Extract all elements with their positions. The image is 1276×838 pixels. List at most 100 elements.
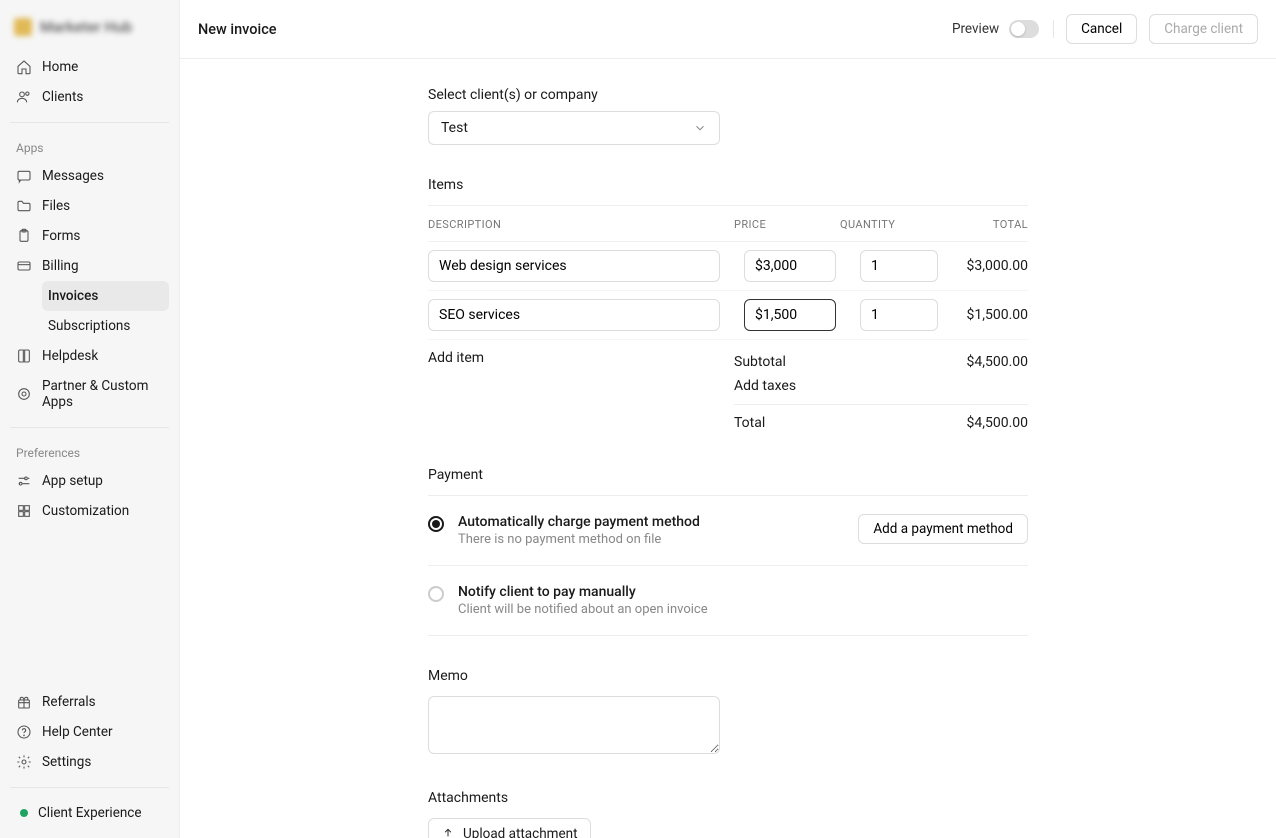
memo-input[interactable] [428, 696, 720, 754]
add-payment-method-button[interactable]: Add a payment method [858, 514, 1028, 544]
radio-auto[interactable] [428, 516, 444, 532]
home-icon [16, 59, 32, 75]
charge-client-button[interactable]: Charge client [1149, 14, 1258, 44]
memo-label: Memo [428, 668, 1028, 684]
upload-attachment-button[interactable]: Upload attachment [428, 818, 591, 838]
add-item-link[interactable]: Add item [428, 350, 734, 435]
sidebar-item-customization[interactable]: Customization [10, 496, 169, 526]
book-icon [16, 348, 32, 364]
sidebar-item-label: App setup [42, 473, 103, 489]
subtotal-label: Subtotal [734, 354, 786, 370]
sidebar-item-label: Help Center [42, 724, 113, 740]
preview-toggle[interactable] [1009, 20, 1039, 38]
item-qty-input[interactable] [860, 299, 938, 331]
sidebar-item-label: Subscriptions [48, 318, 130, 334]
total-value: $4,500.00 [966, 415, 1028, 431]
sidebar-item-billing[interactable]: Billing [10, 251, 169, 281]
status-dot-icon [20, 809, 28, 817]
divider [10, 427, 169, 428]
sidebar-item-label: Messages [42, 168, 104, 184]
sidebar-item-label: Forms [42, 228, 80, 244]
radio-manual[interactable] [428, 586, 444, 602]
item-total: $1,500.00 [960, 307, 1028, 323]
header-description: DESCRIPTION [428, 218, 734, 231]
header-quantity: QUANTITY [840, 218, 930, 231]
sidebar-item-settings[interactable]: Settings [10, 747, 169, 777]
subtotal-value: $4,500.00 [966, 354, 1028, 370]
item-row: $3,000.00 [428, 242, 1028, 291]
sidebar-item-invoices[interactable]: Invoices [42, 281, 169, 311]
upload-label: Upload attachment [463, 826, 578, 838]
brand-logo [14, 18, 32, 36]
pay-manual-sub: Client will be notified about an open in… [458, 602, 1028, 617]
add-taxes-link[interactable]: Add taxes [734, 378, 796, 394]
client-label: Select client(s) or company [428, 87, 1028, 103]
sidebar-item-files[interactable]: Files [10, 191, 169, 221]
sidebar-item-label: Client Experience [38, 805, 142, 821]
topbar: New invoice Preview Cancel Charge client [180, 0, 1276, 59]
nav-heading-prefs: Preferences [0, 436, 179, 464]
sidebar-item-label: Home [42, 59, 78, 75]
sidebar-item-label: Files [42, 198, 70, 214]
users-icon [16, 89, 32, 105]
sidebar-item-home[interactable]: Home [10, 52, 169, 82]
pay-auto-title: Automatically charge payment method [458, 514, 844, 530]
sidebar-item-app-setup[interactable]: App setup [10, 466, 169, 496]
sidebar-item-label: Customization [42, 503, 129, 519]
header-total: TOTAL [930, 218, 1028, 231]
client-select[interactable]: Test [428, 111, 720, 145]
sidebar-item-label: Clients [42, 89, 83, 105]
upload-icon [441, 827, 455, 838]
folder-icon [16, 198, 32, 214]
sidebar-item-help-center[interactable]: Help Center [10, 717, 169, 747]
item-price-input[interactable] [744, 250, 836, 282]
divider [10, 122, 169, 123]
sidebar-item-messages[interactable]: Messages [10, 161, 169, 191]
payment-label: Payment [428, 467, 1028, 483]
items-label: Items [428, 177, 1028, 193]
item-description-input[interactable] [428, 250, 720, 282]
items-table: DESCRIPTION PRICE QUANTITY TOTAL $3,000.… [428, 205, 1028, 435]
nav-heading-apps: Apps [0, 131, 179, 159]
chevron-down-icon [693, 121, 707, 135]
cancel-button[interactable]: Cancel [1066, 14, 1137, 44]
item-qty-input[interactable] [860, 250, 938, 282]
preview-label: Preview [952, 21, 999, 37]
divider [10, 787, 169, 788]
sidebar-item-client-experience[interactable]: Client Experience [10, 798, 169, 828]
puzzle-icon [16, 386, 32, 402]
header-price: PRICE [734, 218, 840, 231]
item-total: $3,000.00 [960, 258, 1028, 274]
gift-icon [16, 694, 32, 710]
sidebar-item-label: Settings [42, 754, 91, 770]
message-icon [16, 168, 32, 184]
total-label: Total [734, 415, 765, 431]
brand-name: Marketer Hub [40, 18, 132, 36]
item-price-input[interactable] [744, 299, 836, 331]
help-icon [16, 724, 32, 740]
card-icon [16, 258, 32, 274]
payment-option-auto[interactable]: Automatically charge payment method Ther… [428, 496, 1028, 566]
sidebar-item-label: Helpdesk [42, 348, 98, 364]
sidebar-item-partner-apps[interactable]: Partner & Custom Apps [10, 371, 169, 417]
client-select-value: Test [441, 120, 468, 136]
clipboard-icon [16, 228, 32, 244]
payment-option-manual[interactable]: Notify client to pay manually Client wil… [428, 566, 1028, 636]
sidebar-item-helpdesk[interactable]: Helpdesk [10, 341, 169, 371]
sidebar: Marketer Hub Home Clients Apps Messages … [0, 0, 180, 838]
item-row: $1,500.00 [428, 291, 1028, 340]
sidebar-item-label: Billing [42, 258, 79, 274]
sidebar-item-clients[interactable]: Clients [10, 82, 169, 112]
page-title: New invoice [198, 21, 940, 38]
sidebar-item-label: Invoices [48, 288, 98, 304]
sidebar-item-referrals[interactable]: Referrals [10, 687, 169, 717]
attachments-label: Attachments [428, 790, 1028, 806]
brand[interactable]: Marketer Hub [0, 0, 179, 50]
sidebar-item-subscriptions[interactable]: Subscriptions [42, 311, 169, 341]
gear-icon [16, 754, 32, 770]
sidebar-item-label: Referrals [42, 694, 96, 710]
sidebar-item-forms[interactable]: Forms [10, 221, 169, 251]
item-description-input[interactable] [428, 299, 720, 331]
grid-icon [16, 503, 32, 519]
pay-auto-sub: There is no payment method on file [458, 532, 844, 547]
